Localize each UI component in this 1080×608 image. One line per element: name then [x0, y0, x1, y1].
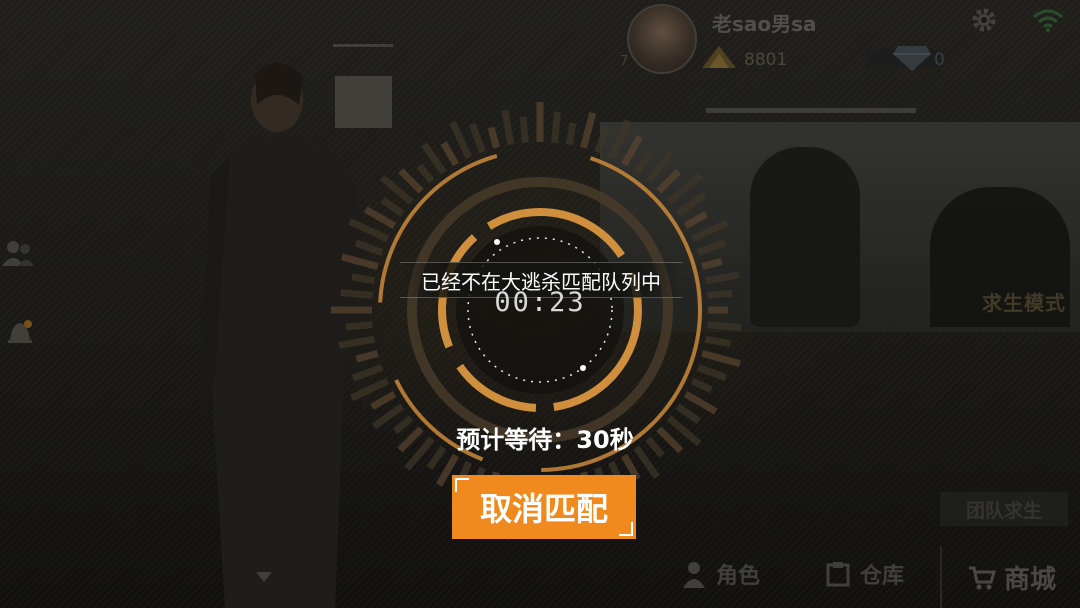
banner-figure: [750, 147, 860, 327]
ring-spoke: [633, 151, 653, 175]
match-timer: 00:23: [494, 287, 586, 318]
ring-spoke: [487, 126, 500, 149]
ring-spoke: [340, 289, 373, 299]
friends-icon[interactable]: [0, 236, 36, 272]
ring-spoke: [501, 109, 515, 146]
ring-spoke: [351, 273, 376, 285]
team-mode-button[interactable]: 团队求生: [940, 492, 1068, 526]
ring-spoke: [701, 350, 741, 367]
ring-spoke: [348, 218, 390, 243]
ring-spoke: [683, 210, 709, 230]
nav-warehouse-label: 仓库: [860, 564, 905, 589]
nav-role[interactable]: 角色: [680, 557, 760, 591]
ring-spoke: [565, 122, 577, 146]
decor-line: [333, 44, 393, 47]
ring-spoke: [620, 135, 644, 167]
person-icon: [683, 562, 705, 588]
coin-icon: [702, 46, 736, 68]
ring-spoke: [338, 335, 376, 349]
avatar[interactable]: [627, 4, 697, 74]
ring-spoke: [645, 436, 665, 458]
ring-spoke: [371, 403, 405, 430]
ring-spoke: [594, 125, 610, 154]
mode-label: 求生模式: [982, 291, 1066, 315]
box-icon: [826, 562, 850, 587]
cancel-match-button[interactable]: 取消匹配: [452, 475, 636, 539]
ring-spoke: [370, 390, 397, 411]
ring-spoke: [355, 350, 379, 363]
ring-spoke: [675, 191, 707, 217]
nav-role-label: 角色: [716, 564, 761, 589]
ring-spoke: [690, 377, 713, 394]
ring-spoke: [551, 111, 561, 143]
ring-spoke: [398, 168, 424, 194]
ring-spoke: [696, 239, 727, 256]
bell-icon[interactable]: [6, 318, 34, 348]
diamond-icon: [893, 46, 931, 71]
player-level: 7: [620, 54, 629, 69]
gem-balance: 0: [934, 50, 945, 70]
ring-spoke: [416, 163, 435, 184]
ring-spoke: [440, 141, 460, 167]
chevron-down-icon[interactable]: [254, 570, 274, 584]
cart-icon: [968, 566, 996, 590]
ring-spoke: [341, 253, 379, 270]
ring-spoke: [656, 168, 682, 194]
ring-spoke: [701, 257, 723, 270]
gear-icon[interactable]: [970, 6, 998, 34]
ring-spoke: [580, 112, 597, 149]
ring-spoke: [607, 119, 632, 160]
ring-spoke: [707, 321, 742, 332]
ring-spoke: [380, 197, 405, 217]
ring-spoke: [704, 271, 740, 285]
ring-spoke: [345, 321, 373, 331]
wifi-icon: [1033, 9, 1063, 32]
ring-spoke: [656, 426, 684, 454]
ring-spoke: [690, 219, 729, 243]
ring-spoke: [397, 426, 424, 453]
ring-spoke: [675, 403, 701, 425]
username: 老sao男sa: [712, 12, 817, 36]
ring-spoke: [421, 142, 447, 175]
ring-spoke: [468, 122, 486, 154]
ring-spoke: [683, 390, 718, 415]
ring-spoke: [354, 239, 384, 256]
ring-spoke: [696, 364, 728, 382]
nav-warehouse[interactable]: 仓库: [824, 557, 904, 591]
coin-balance: 8801: [744, 50, 788, 70]
ring-spoke: [364, 206, 397, 230]
ring-spoke: [704, 335, 731, 347]
nav-shop[interactable]: 商城: [940, 546, 1080, 608]
ring-spoke: [350, 377, 390, 402]
ring-spoke: [707, 289, 733, 299]
ring-spoke: [519, 116, 529, 143]
estimated-wait-label: 预计等待：30秒: [456, 426, 634, 454]
nav-shop-label: 商城: [1003, 564, 1056, 595]
ring-spoke: [449, 120, 473, 160]
ring-spoke: [351, 364, 384, 382]
ring-spoke: [392, 415, 414, 435]
